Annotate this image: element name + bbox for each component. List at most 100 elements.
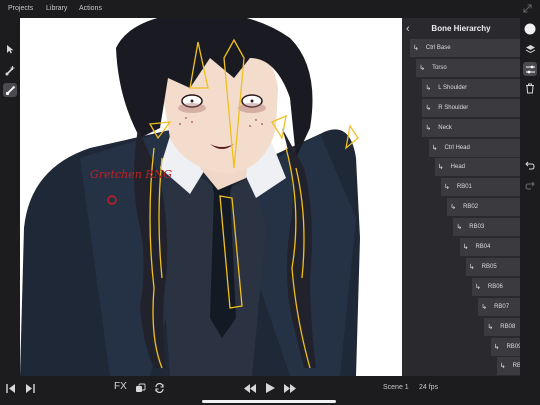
bone-label: RB03 [469,224,485,231]
color-circle-icon [524,23,536,35]
sliders-icon [525,65,535,73]
child-arrow-icon: ↳ [499,363,506,371]
layers-button[interactable] [523,42,537,56]
bone-row[interactable]: ↳ Head [434,157,520,177]
select-tool-button[interactable] [3,42,17,56]
bone-label: R Shoulder [438,104,469,111]
color-swatch-button[interactable] [523,22,537,36]
child-arrow-icon: ↳ [481,303,488,311]
child-arrow-icon: ↳ [419,64,426,72]
redo-icon [525,181,535,190]
loop-icon [154,383,164,393]
child-arrow-icon: ↳ [413,45,419,52]
bone-row[interactable]: ↳ RB09 [490,336,520,356]
step-forward-icon [26,383,35,393]
bone-row[interactable]: ↳ R Shoulder [422,97,520,117]
cursor-arrow-icon [7,45,14,54]
child-arrow-icon: ↳ [493,343,500,351]
layers-icon [525,44,535,53]
bone-label: Head [450,164,466,171]
bone-row[interactable]: ↳ Ctrl Base [410,38,520,57]
child-arrow-icon: ↳ [431,144,438,152]
menu-actions[interactable]: Actions [79,5,102,12]
child-arrow-icon: ↳ [475,283,481,291]
bone-label: RB06 [487,283,503,290]
bone-row[interactable]: ↳ RB06 [472,276,520,296]
bone-label: RB08 [500,323,516,330]
child-arrow-icon: ↳ [437,164,444,172]
bone-label: RB09 [506,343,520,350]
child-arrow-icon: ↳ [425,124,432,132]
bone-edit-tool-button[interactable] [3,83,17,97]
drawing-canvas[interactable]: Gretchen RNG [20,18,402,376]
delete-button[interactable] [523,81,537,95]
bone-label: RB05 [481,263,497,270]
child-arrow-icon: ↳ [456,224,463,232]
bone-label: RB07 [494,303,510,310]
bone-row[interactable]: ↳ RB03 [453,217,520,237]
bone-tool-icon [5,85,15,95]
bone-label: Ctrl Base [425,45,451,51]
panel-title: Bone Hierarchy [431,24,491,33]
bone-row[interactable]: ↳ Ctrl Head [428,137,520,157]
adjustments-button[interactable] [523,62,537,76]
bone-label: Ctrl Head [444,144,470,151]
bone-hierarchy-panel: ‹ Bone Hierarchy ↳ Ctrl Base ↳ Torso ↳ L Shou… [402,18,520,376]
fx-button[interactable]: FX [114,381,127,392]
bone-label: RB01 [456,184,472,191]
fps-label[interactable]: 24 fps [419,384,438,391]
panel-header: ‹ Bone Hierarchy [402,18,520,40]
step-back-icon [6,383,15,393]
signature-text: Gretchen RNG [90,168,172,181]
previous-frame-button[interactable] [5,382,17,394]
right-toolbar [520,18,540,376]
onion-skin-button[interactable] [134,382,146,394]
bone-row[interactable]: ↳ RB10 [496,356,520,376]
bone-row[interactable]: ↳ RB02 [447,197,520,217]
bottom-bar: FX Scene 1 24 fps [0,376,540,405]
rewind-icon [244,383,256,393]
home-indicator [202,400,336,403]
play-icon [265,383,275,393]
child-arrow-icon: ↳ [425,104,432,112]
child-arrow-icon: ↳ [425,84,432,92]
undo-icon [525,161,535,170]
trash-icon [526,83,534,93]
bone-row[interactable]: ↳ Neck [422,117,520,137]
undo-button[interactable] [523,158,537,172]
bone-label: Neck [438,124,452,131]
child-arrow-icon: ↳ [450,204,457,212]
top-bar: Projects Library Actions [0,0,540,18]
bone-label: Torso [432,64,447,71]
fast-forward-icon [284,383,296,393]
child-arrow-icon: ↳ [487,323,494,331]
left-toolbar [0,18,20,376]
bone-label: RB10 [512,363,520,370]
scene-label[interactable]: Scene 1 [383,384,409,391]
menu-library[interactable]: Library [46,5,67,12]
bone-plus-icon [5,65,14,75]
menu-projects[interactable]: Projects [8,5,33,12]
child-arrow-icon: ↳ [468,263,475,271]
redo-button[interactable] [523,178,537,192]
play-button[interactable] [264,382,276,394]
bone-row[interactable]: ↳ RB01 [441,177,520,197]
bone-row[interactable]: ↳ Torso [416,57,520,77]
rewind-button[interactable] [243,382,257,394]
expand-icon[interactable] [523,4,532,13]
bone-add-tool-button[interactable] [3,63,17,77]
bone-row[interactable]: ↳ L Shoulder [422,77,520,97]
fast-forward-button[interactable] [283,382,297,394]
next-frame-button[interactable] [24,382,36,394]
bone-label: RB04 [475,244,491,250]
onion-skin-icon [135,383,145,392]
bone-label: RB02 [463,204,479,211]
child-arrow-icon: ↳ [444,184,450,192]
bone-label: L Shoulder [438,84,468,91]
bone-row[interactable]: ↳ RB08 [484,316,520,336]
bone-row[interactable]: ↳ RB07 [478,296,520,316]
loop-button[interactable] [153,382,165,394]
bone-row[interactable]: ↳ RB05 [465,256,520,276]
bone-row[interactable]: ↳ RB04 [459,237,520,256]
artwork: Gretchen RNG [20,18,360,376]
